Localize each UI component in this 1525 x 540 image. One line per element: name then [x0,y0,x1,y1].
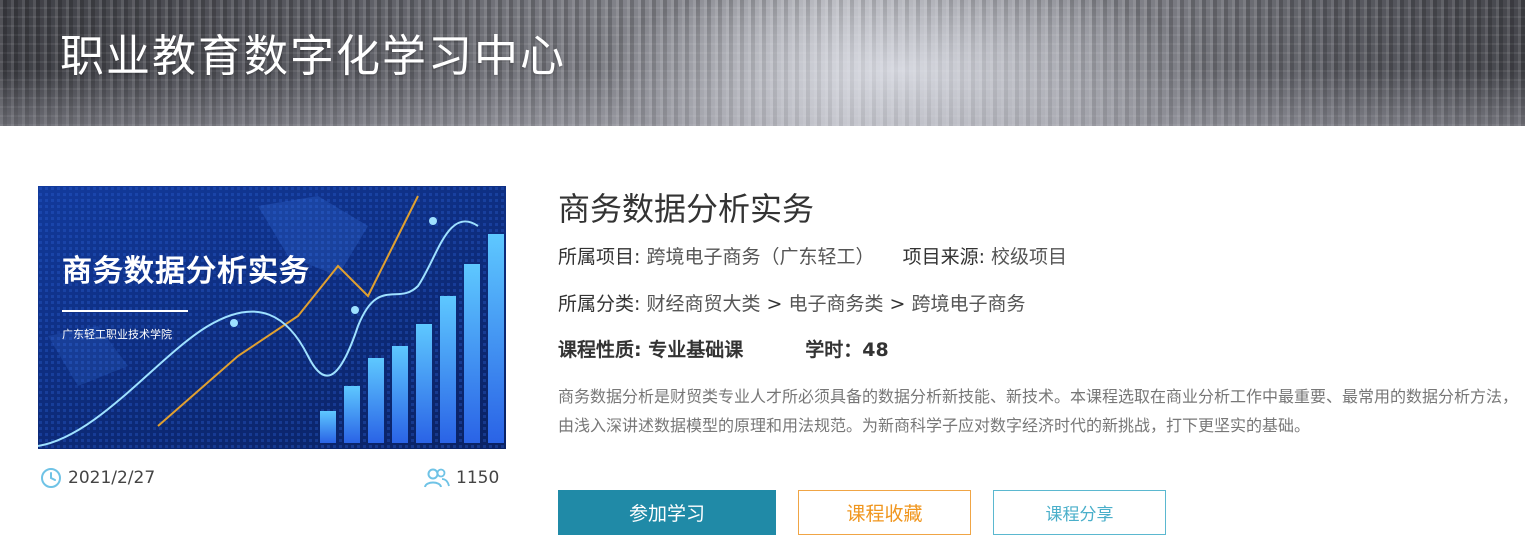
site-title: 职业教育数字化学习中心 [60,31,566,82]
project-value: 跨境电子商务（广东轻工） [646,246,875,268]
hours-label: 学时： [805,339,863,361]
category-label: 所属分类: [558,293,647,315]
nature-value: 专业基础课 [648,339,744,361]
clock-icon [41,468,61,488]
cover-school-name: 广东轻工职业技术学院 [62,328,172,341]
join-course-button[interactable]: 参加学习 [558,490,776,535]
hours-value: 48 [862,339,889,361]
cover-chart-graphic [38,186,506,449]
source-label: 项目来源: [902,246,992,268]
users-icon [424,468,450,488]
project-info: 所属项目: 跨境电子商务（广东轻工） 项目来源: 校级项目 [558,242,1067,269]
category-level-3[interactable]: 跨境电子商务 [911,293,1025,315]
project-label: 所属项目: [558,246,647,268]
learner-count-text: 1150 [456,468,500,488]
source-value: 校级项目 [991,246,1068,268]
course-description: 商务数据分析是财贸类专业人才所必须具备的数据分析新技能、新技术。本课程选取在商业… [558,387,1519,435]
cover-divider [62,310,188,312]
course-cover-image[interactable]: 商务数据分析实务 广东轻工职业技术学院 [38,186,506,449]
share-course-button[interactable]: 课程分享 [993,490,1166,535]
course-title: 商务数据分析实务 [558,190,815,228]
category-level-2[interactable]: 电子商务类 [788,293,883,315]
nature-label: 课程性质: [558,339,649,361]
favorite-course-button[interactable]: 课程收藏 [798,490,971,535]
category-separator: > [760,293,789,315]
course-date: 2021/2/27 [40,466,155,490]
learner-count: 1150 [424,466,499,490]
category-separator: > [883,293,912,315]
course-date-text: 2021/2/27 [68,468,156,488]
page-banner: 职业教育数字化学习中心 [0,0,1525,126]
nature-hours-info: 课程性质: 专业基础课 学时：48 [558,335,889,362]
cover-title: 商务数据分析实务 [62,254,310,289]
category-info: 所属分类: 财经商贸大类 > 电子商务类 > 跨境电子商务 [558,289,1026,316]
category-level-1[interactable]: 财经商贸大类 [646,293,760,315]
